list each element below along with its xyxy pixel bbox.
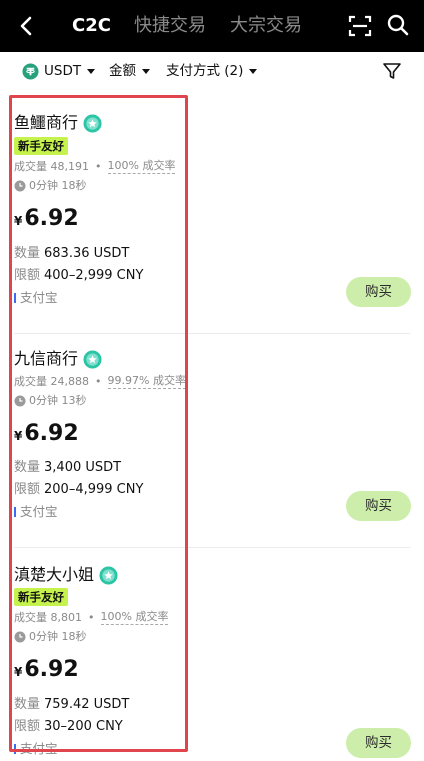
completion-rate: 100% 成交率	[107, 159, 176, 174]
currency-symbol: ¥	[14, 214, 23, 228]
filter-bar: USDT 金额 支付方式 (2)	[0, 52, 424, 90]
completion-rate: 99.97% 成交率	[107, 374, 186, 389]
payment-method: 支付宝	[14, 741, 58, 757]
amount-filter[interactable]: 金额	[109, 62, 150, 80]
caret-down-icon	[249, 68, 258, 74]
usdt-coin-icon	[22, 62, 39, 80]
quantity-value: 759.42 USDT	[44, 697, 130, 712]
quantity-row: 数量 759.42 USDT	[14, 696, 129, 714]
release-time-text: 0分钟 13秒	[29, 394, 87, 407]
payment-filter-label: 支付方式 (2)	[166, 63, 244, 79]
tab-quick-trade[interactable]: 快捷交易	[134, 14, 206, 38]
limit-label: 限额	[14, 268, 41, 283]
buy-button[interactable]: 购买	[346, 728, 411, 758]
clock-icon	[14, 180, 26, 191]
payment-method-text: 支付宝	[20, 504, 58, 519]
limit-label: 限额	[14, 719, 41, 734]
caret-down-icon	[87, 68, 96, 74]
price-value: 6.92	[24, 206, 79, 231]
trade-stats: 成交量 48,191 • 100% 成交率	[14, 158, 176, 174]
quantity-value: 3,400 USDT	[44, 460, 122, 475]
payment-method-text: 支付宝	[20, 290, 58, 305]
merchant-name-text: 滇楚大小姐	[14, 565, 95, 584]
limit-value: 200–4,999 CNY	[44, 482, 144, 497]
coin-filter[interactable]: USDT	[22, 62, 96, 80]
quantity-row: 数量 683.36 USDT	[14, 245, 129, 263]
buy-button[interactable]: 购买	[346, 491, 411, 521]
payment-method: 支付宝	[14, 290, 58, 306]
limit-row: 限额 400–2,999 CNY	[14, 267, 143, 285]
merchant-name[interactable]: 滇楚大小姐	[14, 564, 118, 586]
quantity-label: 数量	[14, 460, 41, 475]
caret-down-icon	[142, 68, 150, 74]
payment-color-bar	[14, 507, 16, 517]
payment-method: 支付宝	[14, 504, 58, 520]
newbie-friendly-badge: 新手友好	[14, 588, 68, 606]
tab-c2c[interactable]: C2C	[72, 14, 111, 38]
trade-volume: 成交量 48,191	[14, 159, 89, 173]
filter-funnel-icon[interactable]	[382, 61, 402, 81]
price-value: 6.92	[24, 421, 79, 446]
quantity-value: 683.36 USDT	[44, 246, 130, 261]
merchant-name-text: 鱼鱷商行	[14, 113, 79, 132]
coin-filter-label: USDT	[44, 63, 82, 79]
limit-label: 限额	[14, 482, 41, 497]
trade-stats: 成交量 8,801 • 100% 成交率	[14, 609, 169, 625]
merchant-name-text: 九信商行	[14, 349, 79, 368]
merchant-name[interactable]: 鱼鱷商行	[14, 112, 102, 134]
avg-release-time: 0分钟 13秒	[14, 393, 87, 408]
trade-stats: 成交量 24,888 • 99.97% 成交率	[14, 373, 186, 389]
divider	[14, 333, 410, 334]
release-time-text: 0分钟 18秒	[29, 630, 87, 643]
limit-row: 限额 30–200 CNY	[14, 718, 123, 736]
trade-volume: 成交量 24,888	[14, 374, 89, 388]
newbie-friendly-badge: 新手友好	[14, 137, 68, 155]
separator-dot: •	[95, 159, 102, 173]
ad-price: ¥6.92	[14, 421, 79, 446]
merchant-name[interactable]: 九信商行	[14, 348, 102, 370]
limit-value: 400–2,999 CNY	[44, 268, 144, 283]
verified-icon	[99, 565, 118, 585]
payment-color-bar	[14, 744, 16, 754]
avg-release-time: 0分钟 18秒	[14, 629, 87, 644]
payment-method-text: 支付宝	[20, 741, 58, 756]
price-value: 6.92	[24, 657, 79, 682]
currency-symbol: ¥	[14, 665, 23, 679]
limit-value: 30–200 CNY	[44, 719, 123, 734]
quantity-row: 数量 3,400 USDT	[14, 459, 121, 477]
tab-block-trade[interactable]: 大宗交易	[230, 14, 302, 38]
quantity-label: 数量	[14, 697, 41, 712]
divider	[14, 547, 410, 548]
completion-rate: 100% 成交率	[100, 610, 169, 625]
payment-color-bar	[14, 293, 16, 303]
search-icon[interactable]	[386, 13, 410, 37]
release-time-text: 0分钟 18秒	[29, 179, 87, 192]
clock-icon	[14, 631, 26, 642]
buy-button[interactable]: 购买	[346, 277, 411, 307]
verified-icon	[83, 113, 102, 133]
currency-symbol: ¥	[14, 429, 23, 443]
payment-filter[interactable]: 支付方式 (2)	[166, 62, 258, 80]
separator-dot: •	[88, 610, 95, 624]
ad-price: ¥6.92	[14, 206, 79, 231]
amount-filter-label: 金额	[109, 63, 136, 79]
trade-volume: 成交量 8,801	[14, 610, 82, 624]
top-bar: C2C 快捷交易 大宗交易	[0, 0, 424, 52]
quantity-label: 数量	[14, 246, 41, 261]
scan-icon[interactable]	[348, 14, 372, 38]
clock-icon	[14, 395, 26, 406]
separator-dot: •	[95, 374, 102, 388]
back-arrow-icon[interactable]	[16, 14, 38, 38]
avg-release-time: 0分钟 18秒	[14, 178, 87, 193]
limit-row: 限额 200–4,999 CNY	[14, 481, 143, 499]
verified-icon	[83, 349, 102, 369]
ad-price: ¥6.92	[14, 657, 79, 682]
